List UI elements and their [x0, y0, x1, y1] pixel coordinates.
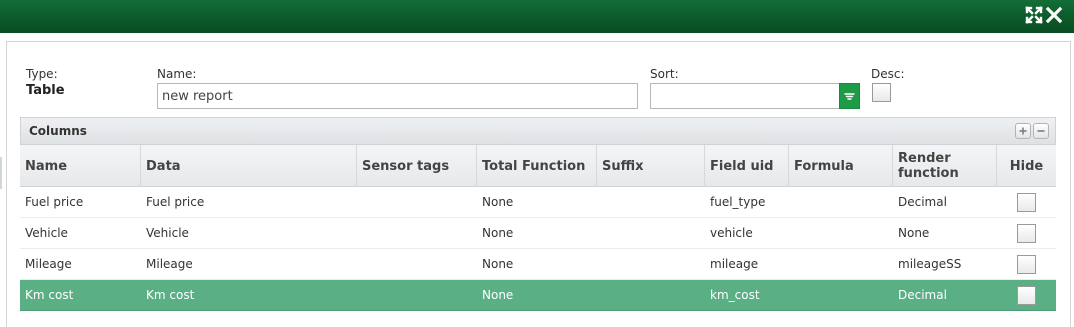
table-row[interactable]: Mileage Mileage None mileage mileageSS [20, 249, 1056, 280]
cell-suffix [597, 280, 602, 310]
cell-total-function: None [482, 257, 514, 271]
column-header-render-function[interactable]: Render function [893, 145, 997, 187]
cell-suffix [597, 187, 602, 217]
expand-icon[interactable] [1024, 5, 1044, 25]
table-row[interactable]: Vehicle Vehicle None vehicle None [20, 218, 1056, 249]
cell-field-uid: mileage [710, 257, 759, 271]
filter-icon [840, 93, 859, 111]
column-header-row: Name Data Sensor tags Total Function Suf… [20, 145, 1056, 187]
column-header-hide[interactable]: Hide [997, 145, 1056, 187]
sort-select[interactable] [650, 83, 840, 109]
cell-formula [789, 187, 794, 217]
cell-name: Mileage [25, 257, 72, 271]
cell-field-uid: fuel_type [710, 195, 766, 209]
cell-formula [789, 218, 794, 248]
cell-suffix [597, 218, 602, 248]
minus-icon[interactable] [1033, 123, 1049, 139]
desc-checkbox[interactable] [872, 83, 891, 102]
hide-checkbox[interactable] [1017, 224, 1036, 243]
cell-suffix [597, 249, 602, 279]
column-header-name[interactable]: Name [20, 145, 141, 187]
cell-name: Vehicle [25, 226, 68, 240]
sort-label: Sort: [650, 67, 679, 81]
columns-grid-header: Columns [20, 117, 1056, 145]
cell-data: Mileage [146, 257, 193, 271]
column-header-total-function[interactable]: Total Function [477, 145, 597, 187]
column-header-sensor-tags[interactable]: Sensor tags [357, 145, 477, 187]
table-row-selected[interactable]: Km cost Km cost None km_cost Decimal [20, 280, 1056, 311]
cell-sensor-tags [357, 280, 362, 310]
cell-data: Vehicle [146, 226, 189, 240]
desc-label: Desc: [871, 67, 905, 81]
column-header-suffix[interactable]: Suffix [597, 145, 705, 187]
cell-data: Km cost [146, 288, 195, 302]
cell-render-function: None [898, 226, 930, 240]
name-label: Name: [157, 67, 197, 81]
cell-sensor-tags [357, 218, 362, 248]
cell-formula [789, 249, 794, 279]
cell-render-function: Decimal [898, 288, 947, 302]
cell-formula [789, 280, 794, 310]
cell-field-uid: vehicle [710, 226, 753, 240]
hide-checkbox[interactable] [1017, 193, 1036, 212]
render-function-label-line2: function [898, 166, 959, 181]
cell-total-function: None [482, 226, 514, 240]
name-input[interactable] [157, 83, 638, 109]
plus-icon[interactable] [1015, 123, 1031, 139]
window-titlebar [0, 0, 1074, 33]
hide-checkbox[interactable] [1017, 286, 1036, 305]
sort-dropdown-button[interactable] [839, 83, 860, 109]
columns-title: Columns [29, 124, 87, 138]
cell-data: Fuel price [146, 195, 205, 209]
column-header-field-uid[interactable]: Field uid [705, 145, 789, 187]
cell-sensor-tags [357, 187, 362, 217]
cell-render-function: Decimal [898, 195, 947, 209]
column-header-data[interactable]: Data [141, 145, 357, 187]
cell-sensor-tags [357, 249, 362, 279]
type-label: Type: [26, 67, 58, 81]
column-header-formula[interactable]: Formula [789, 145, 893, 187]
cell-name: Fuel price [25, 195, 84, 209]
cell-name: Km cost [25, 288, 74, 302]
cell-render-function: mileageSS [898, 257, 962, 271]
render-function-label-line1: Render [898, 151, 951, 166]
left-edge-tab [0, 157, 2, 189]
type-value: Table [26, 83, 65, 98]
hide-checkbox[interactable] [1017, 255, 1036, 274]
cell-field-uid: km_cost [710, 288, 760, 302]
close-icon[interactable] [1044, 5, 1064, 25]
table-row[interactable]: Fuel price Fuel price None fuel_type Dec… [20, 187, 1056, 218]
cell-total-function: None [482, 195, 514, 209]
cell-total-function: None [482, 288, 514, 302]
